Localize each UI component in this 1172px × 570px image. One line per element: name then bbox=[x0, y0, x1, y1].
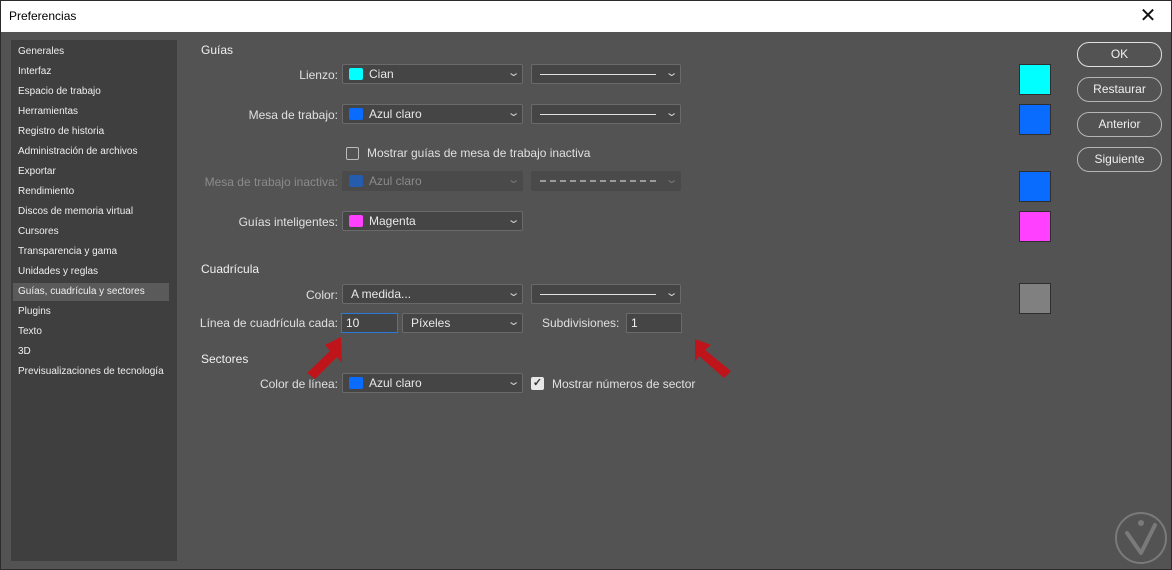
chevron-down-icon: ⌄ bbox=[664, 107, 679, 119]
title-bar: Preferencias ✕ bbox=[1, 1, 1171, 32]
blue-swatch-icon bbox=[349, 108, 363, 120]
sidebar-item-cursores[interactable]: Cursores bbox=[13, 223, 169, 241]
sector-line-color-value: Azul claro bbox=[369, 376, 422, 390]
blue-swatch-icon bbox=[349, 377, 363, 389]
guias-inteligentes-label: Guías inteligentes: bbox=[238, 215, 338, 229]
sidebar-item-previsualizaciones-de-tecnologia[interactable]: Previsualizaciones de tecnología bbox=[13, 363, 169, 381]
section-title-cuadricula: Cuadrícula bbox=[201, 262, 260, 276]
sidebar-item-registro-de-historia[interactable]: Registro de historia bbox=[13, 123, 169, 141]
anterior-button[interactable]: Anterior bbox=[1077, 112, 1162, 137]
mostrar-numeros-checkbox[interactable]: ✓ bbox=[531, 377, 544, 390]
grid-color-swatch[interactable] bbox=[1019, 283, 1051, 314]
guias-inteligentes-color-dropdown[interactable]: Magenta ⌄ bbox=[342, 211, 523, 231]
grid-unit-value: Píxeles bbox=[411, 316, 451, 330]
mesa-de-trabajo-style-dropdown[interactable]: ⌄ bbox=[531, 104, 681, 124]
preferences-dialog: Preferencias ✕ Generales Interfaz Espaci… bbox=[0, 0, 1172, 570]
sidebar-item-3d[interactable]: 3D bbox=[13, 343, 169, 361]
sidebar-item-herramientas[interactable]: Herramientas bbox=[13, 103, 169, 121]
sidebar-item-generales[interactable]: Generales bbox=[13, 43, 169, 61]
red-arrow-left-icon bbox=[307, 337, 342, 379]
guias-inteligentes-color-swatch[interactable] bbox=[1019, 211, 1051, 242]
chevron-down-icon: ⌄ bbox=[506, 107, 521, 119]
chevron-down-icon: ⌄ bbox=[664, 174, 679, 186]
dashed-line-icon bbox=[540, 180, 656, 182]
red-arrow-right-icon bbox=[695, 339, 731, 378]
lienzo-label: Lienzo: bbox=[299, 68, 338, 82]
siguiente-button[interactable]: Siguiente bbox=[1077, 147, 1162, 172]
mesa-de-trabajo-label: Mesa de trabajo: bbox=[248, 108, 338, 122]
lienzo-color-swatch[interactable] bbox=[1019, 64, 1051, 95]
chevron-down-icon: ⌄ bbox=[506, 316, 521, 328]
section-title-guias: Guías bbox=[201, 43, 234, 57]
chevron-down-icon: ⌄ bbox=[506, 287, 521, 299]
mesa-inactiva-color-value: Azul claro bbox=[369, 174, 422, 188]
blue-swatch-icon bbox=[349, 175, 363, 187]
mostrar-guias-inactiva-checkbox[interactable] bbox=[346, 147, 359, 160]
sidebar-item-exportar[interactable]: Exportar bbox=[13, 163, 169, 181]
lienzo-color-dropdown[interactable]: Cian ⌄ bbox=[342, 64, 523, 84]
mesa-de-trabajo-color-dropdown[interactable]: Azul claro ⌄ bbox=[342, 104, 523, 124]
window-title: Preferencias bbox=[9, 9, 77, 23]
mesa-color-swatch[interactable] bbox=[1019, 104, 1051, 135]
solid-line-icon bbox=[540, 294, 656, 295]
ok-button[interactable]: OK bbox=[1077, 42, 1162, 67]
sidebar-item-unidades-y-reglas[interactable]: Unidades y reglas bbox=[13, 263, 169, 281]
magenta-swatch-icon bbox=[349, 215, 363, 227]
grid-color-dropdown[interactable]: A medida... ⌄ bbox=[342, 284, 523, 304]
mesa-inactiva-style-dropdown: ⌄ bbox=[531, 171, 681, 191]
sidebar-item-administracion-de-archivos[interactable]: Administración de archivos bbox=[13, 143, 169, 161]
grid-color-label: Color: bbox=[305, 288, 338, 302]
chevron-down-icon: ⌄ bbox=[506, 174, 521, 186]
mesa-de-trabajo-color-value: Azul claro bbox=[369, 107, 422, 121]
sidebar-item-rendimiento[interactable]: Rendimiento bbox=[13, 183, 169, 201]
grid-color-value: A medida... bbox=[351, 287, 412, 301]
mostrar-guias-inactiva-label: Mostrar guías de mesa de trabajo inactiv… bbox=[367, 146, 591, 160]
close-icon[interactable]: ✕ bbox=[1125, 1, 1171, 32]
subdivisiones-input[interactable]: 1 bbox=[626, 313, 682, 333]
linea-cada-label: Línea de cuadrícula cada: bbox=[199, 316, 338, 330]
category-sidebar: Generales Interfaz Espacio de trabajo He… bbox=[11, 40, 177, 561]
sidebar-item-transparencia-y-gama[interactable]: Transparencia y gama bbox=[13, 243, 169, 261]
mesa-inactiva-color-dropdown: Azul claro ⌄ bbox=[342, 171, 523, 191]
chevron-down-icon: ⌄ bbox=[664, 287, 679, 299]
lienzo-color-value: Cian bbox=[369, 67, 394, 81]
grid-line-every-input[interactable]: 10 bbox=[341, 313, 398, 333]
mesa-de-trabajo-inactiva-label: Mesa de trabajo inactiva: bbox=[204, 175, 338, 189]
chevron-down-icon: ⌄ bbox=[506, 214, 521, 226]
restaurar-button[interactable]: Restaurar bbox=[1077, 77, 1162, 102]
sidebar-item-texto[interactable]: Texto bbox=[13, 323, 169, 341]
sidebar-item-guias-cuadricula-y-sectores[interactable]: Guías, cuadrícula y sectores bbox=[13, 283, 169, 301]
cyan-swatch-icon bbox=[349, 68, 363, 80]
lienzo-style-dropdown[interactable]: ⌄ bbox=[531, 64, 681, 84]
section-title-sectores: Sectores bbox=[201, 352, 249, 366]
grid-unit-dropdown[interactable]: Píxeles ⌄ bbox=[402, 313, 523, 333]
sidebar-item-interfaz[interactable]: Interfaz bbox=[13, 63, 169, 81]
solid-line-icon bbox=[540, 74, 656, 75]
guias-inteligentes-color-value: Magenta bbox=[369, 214, 416, 228]
mesa-inactiva-color-swatch[interactable] bbox=[1019, 171, 1051, 202]
solid-line-icon bbox=[540, 114, 656, 115]
chevron-down-icon: ⌄ bbox=[506, 67, 521, 79]
sidebar-item-plugins[interactable]: Plugins bbox=[13, 303, 169, 321]
chevron-down-icon: ⌄ bbox=[506, 376, 521, 388]
subdivisiones-label: Subdivisiones: bbox=[542, 316, 620, 330]
sidebar-item-espacio-de-trabajo[interactable]: Espacio de trabajo bbox=[13, 83, 169, 101]
mostrar-numeros-label: Mostrar números de sector bbox=[552, 377, 696, 391]
sector-line-color-dropdown[interactable]: Azul claro ⌄ bbox=[342, 373, 523, 393]
watermark-logo-icon bbox=[1115, 512, 1167, 564]
sidebar-item-discos-de-memoria-virtual[interactable]: Discos de memoria virtual bbox=[13, 203, 169, 221]
chevron-down-icon: ⌄ bbox=[664, 67, 679, 79]
grid-style-dropdown[interactable]: ⌄ bbox=[531, 284, 681, 304]
